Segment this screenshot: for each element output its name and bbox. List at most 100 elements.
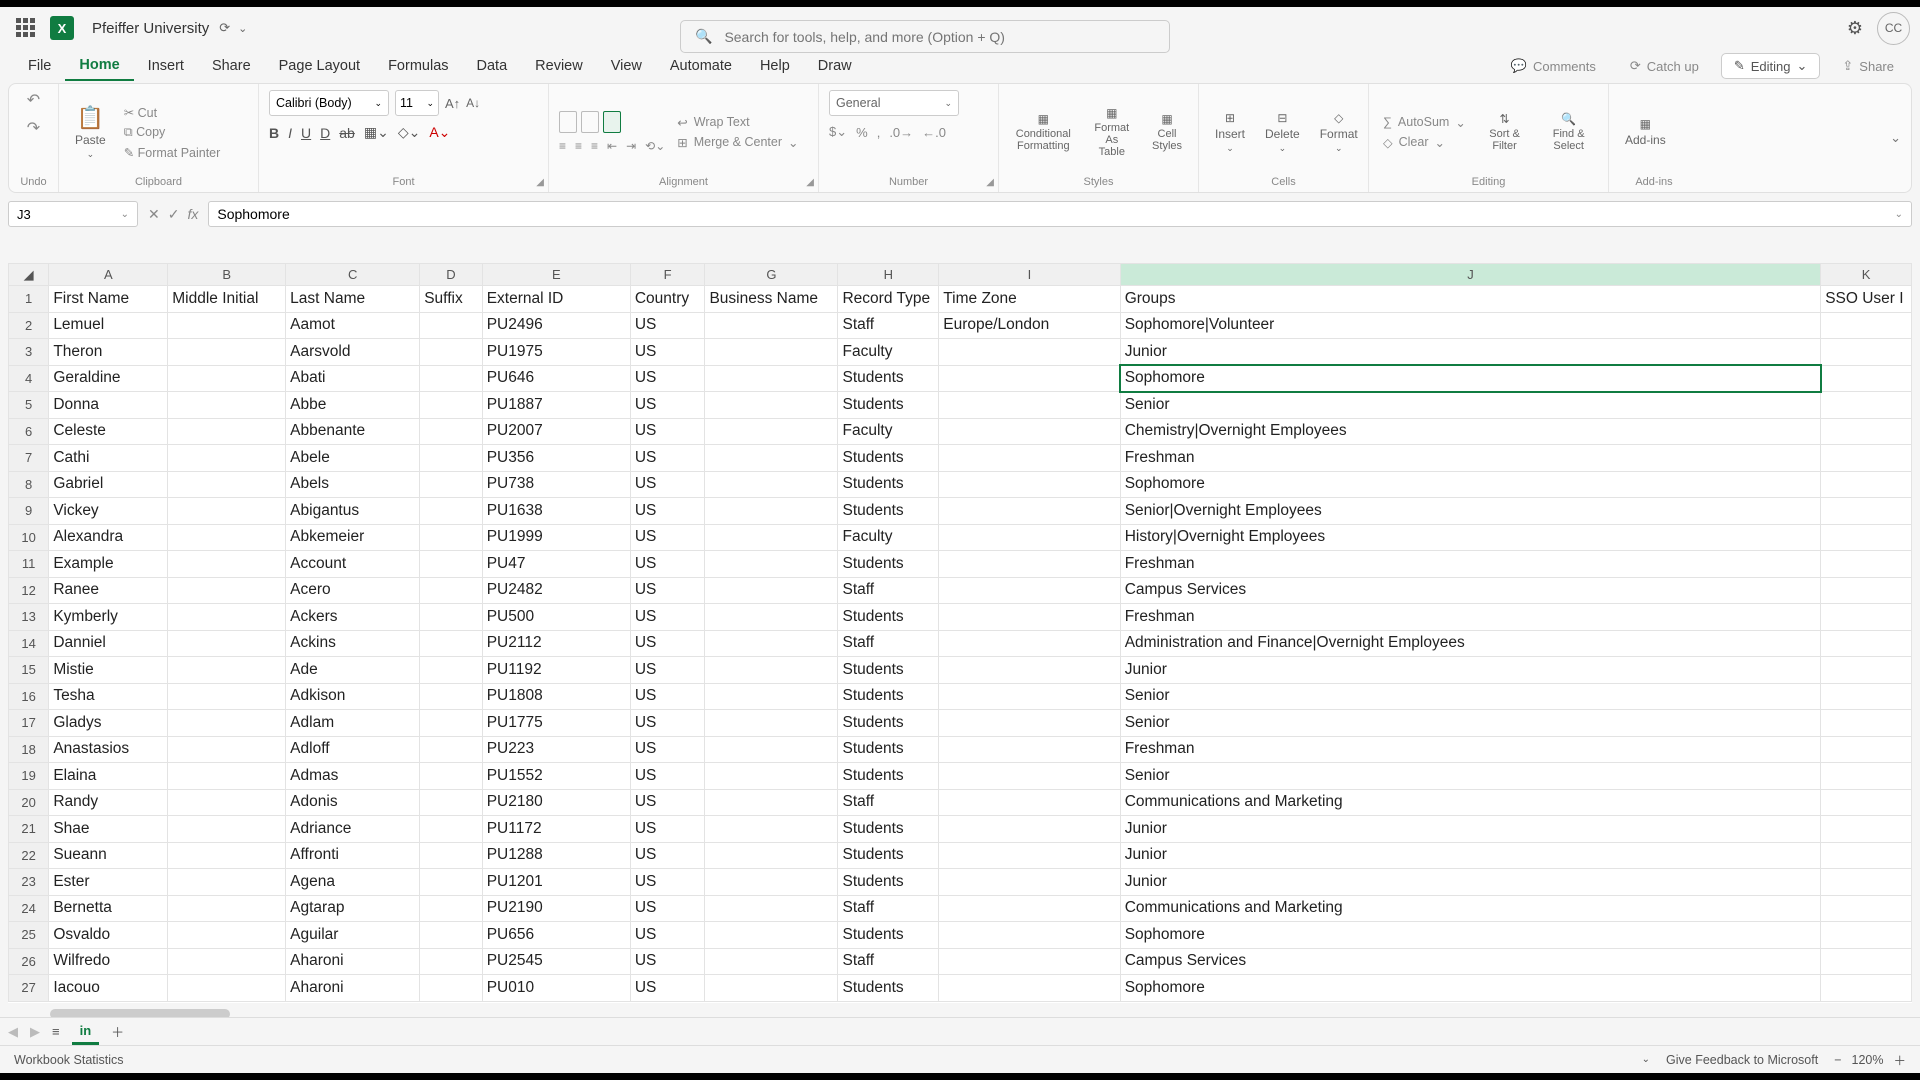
cell[interactable]: Europe/London xyxy=(939,312,1120,339)
align-bottom-button[interactable] xyxy=(603,111,621,133)
cell[interactable]: US xyxy=(630,471,705,498)
row-header-7[interactable]: 7 xyxy=(9,445,49,472)
column-header-H[interactable]: H xyxy=(838,264,939,286)
cell[interactable]: Students xyxy=(838,869,939,896)
cell[interactable]: Faculty xyxy=(838,418,939,445)
add-sheet-icon[interactable]: ＋ xyxy=(111,1022,124,1041)
cell[interactable]: Mistie xyxy=(49,657,168,684)
cell[interactable]: Shae xyxy=(49,816,168,843)
cell[interactable]: Students xyxy=(838,816,939,843)
border-button[interactable]: ▦⌄ xyxy=(364,124,389,141)
cell[interactable]: Groups xyxy=(1120,286,1821,313)
row-header-26[interactable]: 26 xyxy=(9,948,49,975)
cell[interactable] xyxy=(939,471,1120,498)
cell[interactable]: Freshman xyxy=(1120,445,1821,472)
double-underline-button[interactable]: D xyxy=(320,125,330,141)
copy-button[interactable]: ⧉ Copy xyxy=(120,124,225,141)
cell[interactable] xyxy=(939,922,1120,949)
menu-draw[interactable]: Draw xyxy=(804,52,866,80)
cell[interactable] xyxy=(1821,895,1912,922)
sheet-tab[interactable]: in xyxy=(72,1019,100,1045)
cell[interactable] xyxy=(1821,869,1912,896)
cell[interactable] xyxy=(939,392,1120,419)
cell[interactable]: PU47 xyxy=(482,551,630,578)
cell[interactable] xyxy=(939,710,1120,737)
all-sheets-icon[interactable]: ≡ xyxy=(52,1024,60,1039)
row-header-25[interactable]: 25 xyxy=(9,922,49,949)
cell[interactable]: Abkemeier xyxy=(286,524,420,551)
cell[interactable]: Example xyxy=(49,551,168,578)
cell[interactable] xyxy=(168,895,286,922)
cell[interactable] xyxy=(939,604,1120,631)
cell[interactable]: Lemuel xyxy=(49,312,168,339)
status-menu-icon[interactable]: ⌄ xyxy=(1642,1054,1650,1065)
cell[interactable] xyxy=(168,498,286,525)
cell[interactable]: PU2007 xyxy=(482,418,630,445)
cell[interactable] xyxy=(939,657,1120,684)
find-select-button[interactable]: 🔍Find & Select xyxy=(1539,112,1598,152)
cell[interactable]: Campus Services xyxy=(1120,948,1821,975)
row-header-2[interactable]: 2 xyxy=(9,312,49,339)
row-header-14[interactable]: 14 xyxy=(9,630,49,657)
row-header-23[interactable]: 23 xyxy=(9,869,49,896)
document-title[interactable]: Pfeiffer University xyxy=(92,20,209,37)
column-header-E[interactable]: E xyxy=(482,264,630,286)
cell[interactable] xyxy=(939,524,1120,551)
cell[interactable]: PU223 xyxy=(482,736,630,763)
cell[interactable]: Ackins xyxy=(286,630,420,657)
cell[interactable] xyxy=(939,948,1120,975)
align-middle-button[interactable] xyxy=(581,111,599,133)
title-chevron-icon[interactable]: ⌄ xyxy=(238,22,247,35)
cell[interactable]: Communications and Marketing xyxy=(1120,789,1821,816)
cell[interactable]: Account xyxy=(286,551,420,578)
cell[interactable]: Sophomore xyxy=(1120,365,1821,392)
cell[interactable] xyxy=(1821,948,1912,975)
row-header-12[interactable]: 12 xyxy=(9,577,49,604)
format-cells-button[interactable]: ◇Format⌄ xyxy=(1314,111,1364,154)
cell[interactable] xyxy=(939,339,1120,366)
row-header-16[interactable]: 16 xyxy=(9,683,49,710)
cell[interactable] xyxy=(705,842,838,869)
cell[interactable]: Senior xyxy=(1120,710,1821,737)
cell[interactable]: Students xyxy=(838,763,939,790)
cell[interactable]: Aarsvold xyxy=(286,339,420,366)
cell-styles-button[interactable]: ▦Cell Styles xyxy=(1146,112,1188,152)
format-painter-button[interactable]: ✎ Format Painter xyxy=(120,144,225,161)
cell[interactable]: US xyxy=(630,418,705,445)
cell[interactable]: PU1775 xyxy=(482,710,630,737)
cell[interactable] xyxy=(939,763,1120,790)
cell[interactable] xyxy=(1821,471,1912,498)
delete-cells-button[interactable]: ⊟Delete⌄ xyxy=(1259,111,1306,154)
row-header-24[interactable]: 24 xyxy=(9,895,49,922)
comments-button[interactable]: 💬 Comments xyxy=(1499,54,1608,78)
cell[interactable] xyxy=(705,577,838,604)
cell[interactable]: US xyxy=(630,312,705,339)
cell[interactable] xyxy=(168,577,286,604)
redo-icon[interactable]: ↷ xyxy=(27,118,40,138)
strikethrough-button[interactable]: ab xyxy=(339,125,355,141)
fill-color-button[interactable]: ◇⌄ xyxy=(398,124,421,141)
cell[interactable]: Aharoni xyxy=(286,975,420,1002)
cell[interactable] xyxy=(1821,365,1912,392)
cell[interactable]: Middle Initial xyxy=(168,286,286,313)
align-center-button[interactable]: ≡ xyxy=(575,139,582,153)
cell[interactable] xyxy=(939,365,1120,392)
cell[interactable] xyxy=(705,524,838,551)
cell[interactable] xyxy=(420,498,482,525)
user-avatar[interactable]: CC xyxy=(1877,12,1910,45)
cell[interactable]: PU646 xyxy=(482,365,630,392)
cell[interactable] xyxy=(168,445,286,472)
menu-formulas[interactable]: Formulas xyxy=(374,52,462,80)
cell[interactable]: Adloff xyxy=(286,736,420,763)
cell[interactable] xyxy=(705,816,838,843)
cell[interactable]: Sueann xyxy=(49,842,168,869)
cell[interactable]: Affronti xyxy=(286,842,420,869)
cell[interactable]: Senior|Overnight Employees xyxy=(1120,498,1821,525)
cell[interactable]: Adlam xyxy=(286,710,420,737)
cell[interactable] xyxy=(705,922,838,949)
cell[interactable] xyxy=(705,789,838,816)
cell[interactable] xyxy=(420,365,482,392)
cell[interactable] xyxy=(1821,339,1912,366)
cell[interactable] xyxy=(705,551,838,578)
cell[interactable] xyxy=(168,683,286,710)
